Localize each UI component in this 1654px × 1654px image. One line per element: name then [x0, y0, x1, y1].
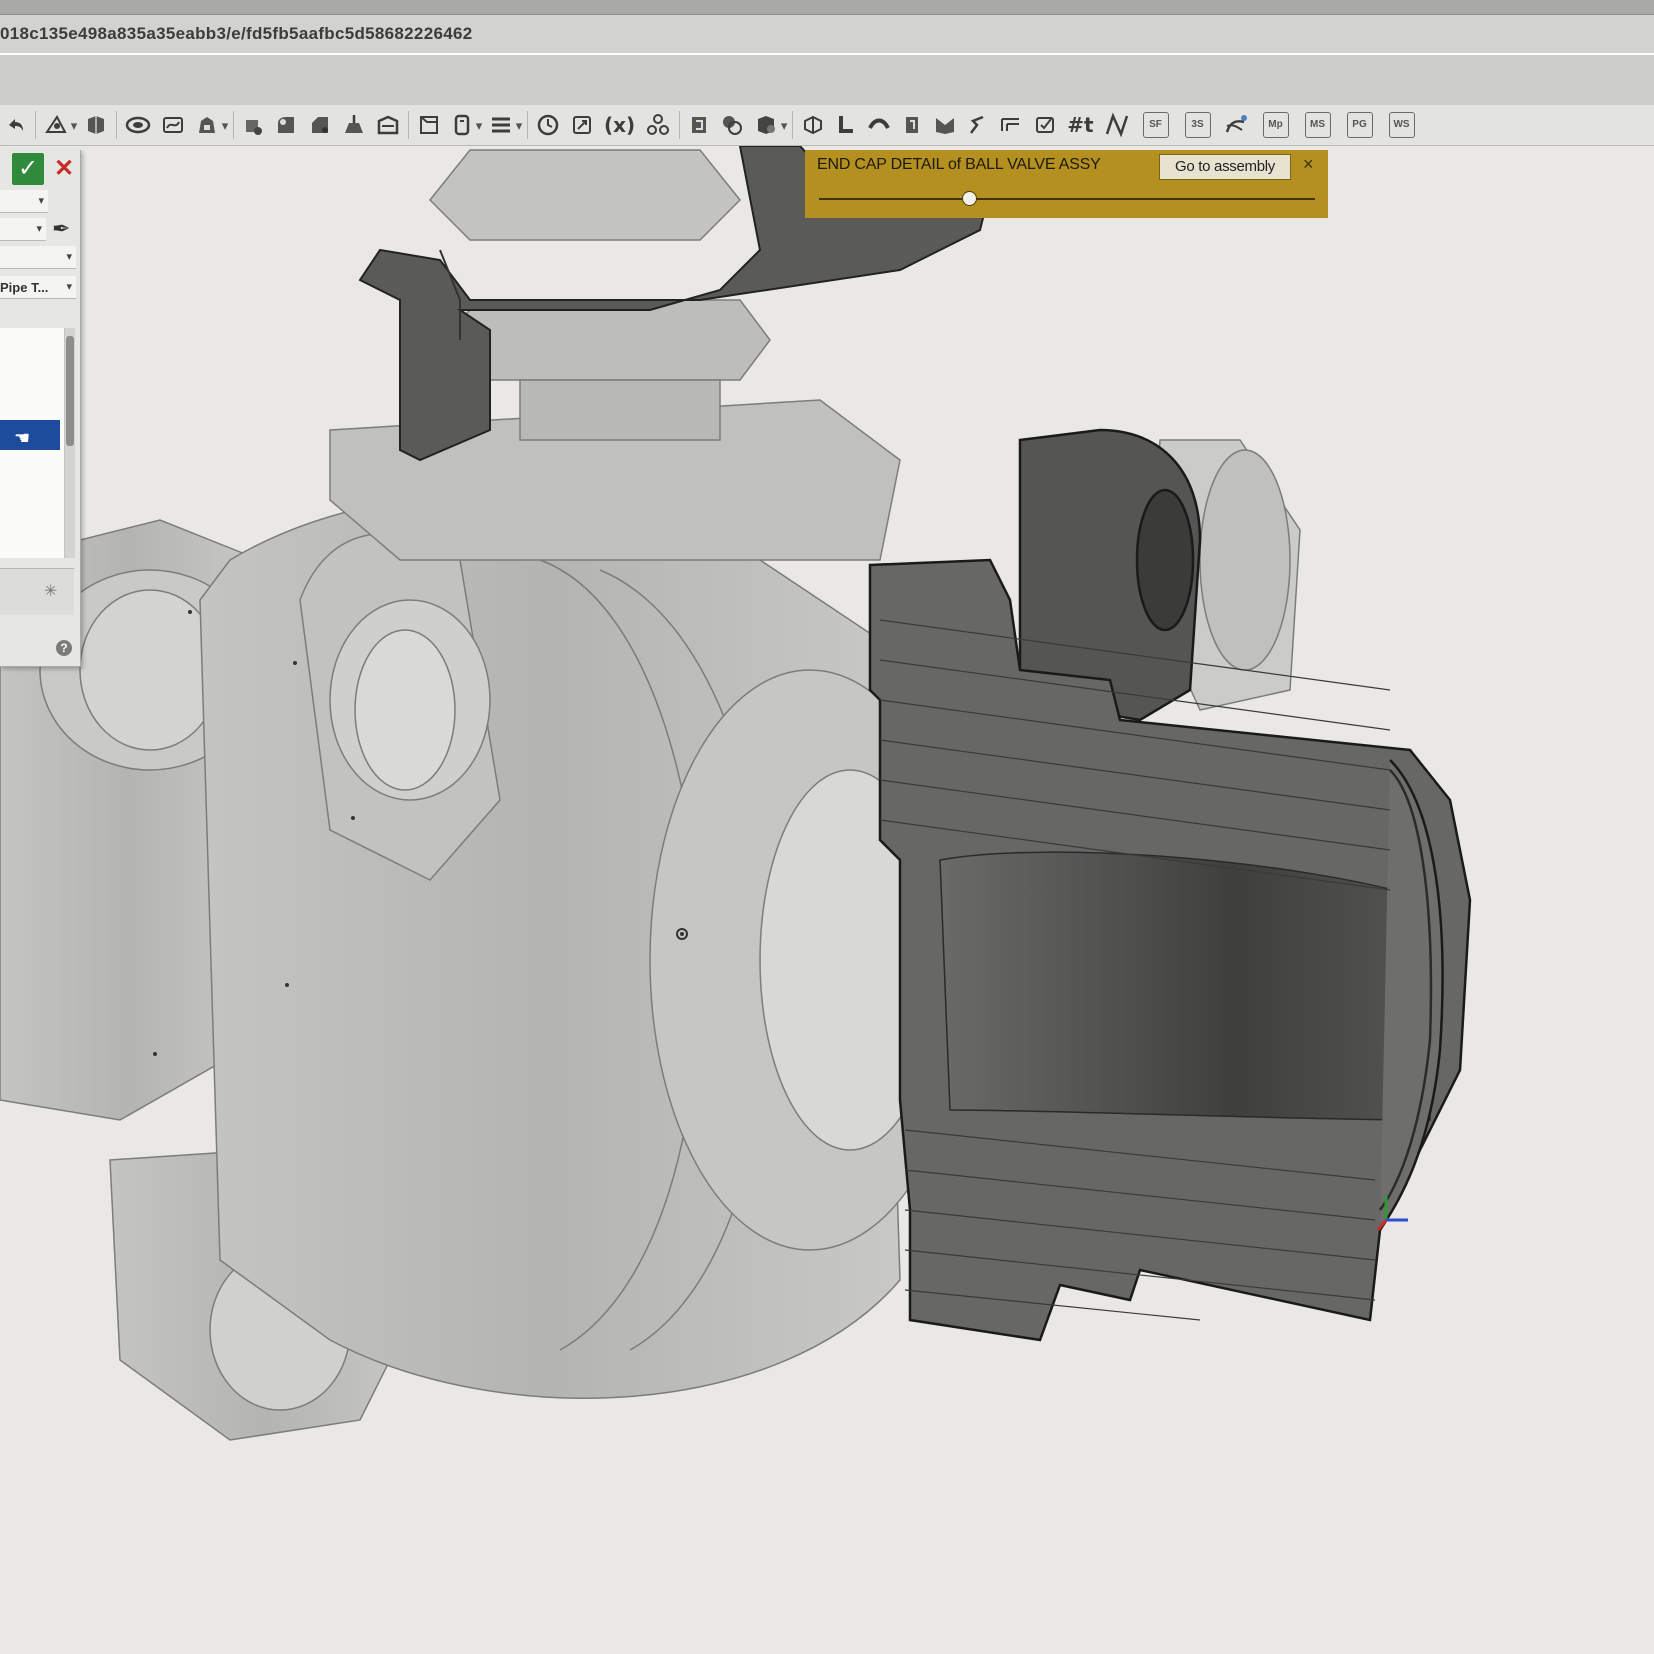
close-icon[interactable]: ✕ [52, 153, 76, 185]
3s-icon[interactable]: 3S [1184, 112, 1211, 138]
shell-icon[interactable] [376, 110, 400, 140]
ms-icon[interactable]: MS [1304, 112, 1331, 138]
tab-bar [0, 55, 1654, 105]
draft-icon[interactable] [342, 110, 366, 140]
toolbar-separator [527, 111, 528, 139]
rib-icon[interactable] [417, 110, 441, 140]
url-text: 018c135e498a835a35eabb3/e/fd5fb5aafbc5d5… [0, 24, 473, 43]
scrollbar-thumb[interactable] [66, 336, 74, 446]
close-icon[interactable]: × [1303, 154, 1314, 175]
rollback-slider[interactable] [819, 191, 1315, 206]
in-context-banner: END CAP DETAIL of BALL VALVE ASSY Go to … [805, 150, 1328, 218]
flange-icon[interactable] [835, 110, 857, 140]
split-icon[interactable] [720, 110, 744, 140]
toolbar-separator [233, 111, 234, 139]
bend-icon[interactable] [933, 110, 957, 140]
hole-icon[interactable] [451, 110, 473, 140]
dialog-dropdown-2[interactable]: ▾ [0, 218, 46, 241]
transform-icon[interactable] [570, 110, 594, 140]
toolbar-separator [792, 111, 794, 139]
toolbar-separator [116, 111, 117, 139]
finish-icon[interactable] [1033, 110, 1057, 140]
undo-icon[interactable] [5, 110, 27, 140]
toolbar-separator [35, 111, 36, 139]
replace-face-icon[interactable] [754, 110, 778, 140]
form-icon[interactable] [999, 110, 1023, 140]
pg-icon[interactable]: PG [1346, 112, 1373, 138]
chevron-down-icon: ▾ [66, 251, 72, 263]
graphics-viewport[interactable] [0, 146, 1654, 1654]
cloud-feature-icon[interactable] [1224, 110, 1250, 140]
valve-model[interactable] [0, 146, 1654, 1654]
hand-cursor-icon: ☚ [14, 428, 31, 448]
sheet-metal-icon[interactable] [801, 110, 825, 140]
go-to-assembly-button[interactable]: Go to assembly [1159, 154, 1291, 180]
chevron-down-icon[interactable]: ▾ [514, 110, 524, 140]
sparkle-icon[interactable]: ✳ [44, 581, 57, 601]
chevron-down-icon[interactable]: ▾ [69, 110, 79, 140]
toolbar-separator [679, 111, 681, 139]
revolve-icon[interactable] [125, 110, 151, 140]
joint-icon[interactable] [967, 110, 989, 140]
hash-icon[interactable]: #t [1067, 110, 1093, 140]
chevron-down-icon: ▾ [38, 195, 44, 207]
chevron-down-icon: ▾ [66, 281, 72, 293]
sketch-icon[interactable] [44, 110, 68, 140]
toolbar-separator [408, 111, 409, 139]
sf-icon[interactable]: SF [1142, 112, 1169, 138]
chevron-down-icon[interactable]: ▾ [220, 110, 230, 140]
help-icon[interactable]: ? [56, 640, 72, 656]
feature-dialog: ✓ ✕ ▾ ▾ ✒ ▾ Pipe T... ▾ ☚ ✳ ? [0, 150, 81, 667]
list-scrollbar[interactable] [65, 328, 75, 558]
extrude-icon[interactable] [84, 110, 108, 140]
window-top-strip [0, 0, 1654, 15]
mp-icon[interactable]: Mp [1262, 112, 1289, 138]
curve-icon[interactable] [1104, 110, 1130, 140]
chevron-down-icon[interactable]: ▾ [474, 110, 484, 140]
plane-icon[interactable] [489, 110, 513, 140]
banner-title: END CAP DETAIL of BALL VALVE ASSY [817, 156, 1101, 173]
chamfer-icon[interactable] [308, 110, 332, 140]
helix-icon[interactable] [536, 110, 560, 140]
thicken-icon[interactable] [242, 110, 264, 140]
dialog-input-field[interactable]: ✳ [0, 568, 74, 615]
tab-icon[interactable] [901, 110, 923, 140]
boolean-icon[interactable] [688, 110, 710, 140]
pipe-type-dropdown[interactable]: Pipe T... ▾ [0, 276, 76, 299]
slider-knob[interactable] [961, 191, 977, 206]
pencil-icon[interactable]: ✒ [52, 216, 70, 242]
axis-triad-icon [1376, 1196, 1408, 1231]
feature-toolbar: ▾ ▾ ▾ ▾ (x) ▾ #t SF 3S Mp MS PG WS [0, 105, 1654, 146]
variable-icon[interactable]: (x) [604, 110, 635, 140]
sweep-icon[interactable] [161, 110, 185, 140]
dialog-dropdown-1[interactable]: ▾ [0, 190, 48, 213]
chevron-down-icon[interactable]: ▾ [779, 110, 789, 140]
selection-list[interactable]: ☚ [0, 328, 65, 558]
checkmark-icon[interactable]: ✓ [12, 153, 44, 185]
address-bar[interactable]: 018c135e498a835a35eabb3/e/fd5fb5aafbc5d5… [0, 15, 1654, 55]
dialog-dropdown-3[interactable]: ▾ [0, 246, 76, 269]
chevron-down-icon: ▾ [36, 223, 42, 235]
loft-icon[interactable] [195, 110, 219, 140]
pattern-icon[interactable] [645, 110, 671, 140]
hem-icon[interactable] [867, 110, 891, 140]
fillet-icon[interactable] [274, 110, 298, 140]
ws-icon[interactable]: WS [1388, 112, 1415, 138]
